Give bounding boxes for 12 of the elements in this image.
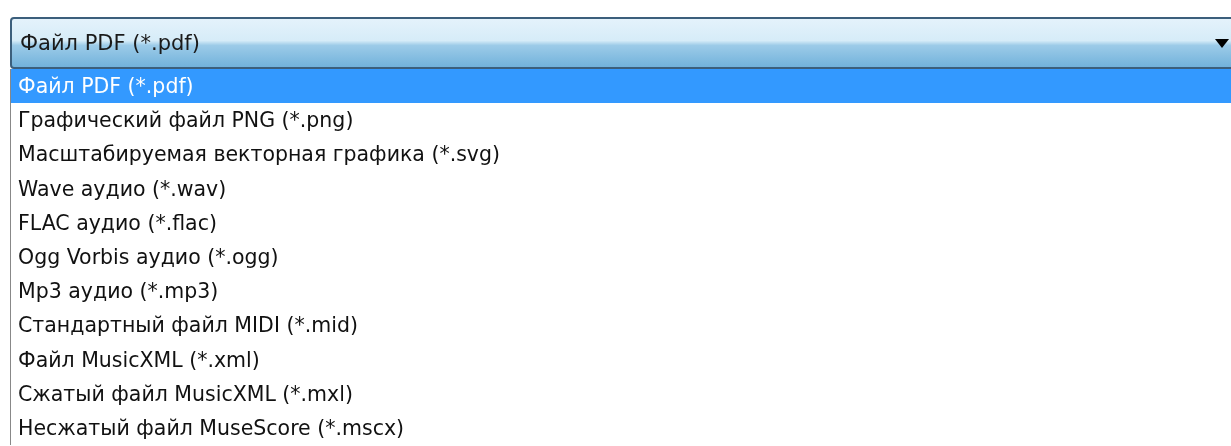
dropdown-option[interactable]: Mp3 аудио (*.mp3): [11, 274, 1231, 309]
format-dropdown[interactable]: Файл PDF (*.pdf): [10, 17, 1231, 69]
dropdown-option[interactable]: Ogg Vorbis аудио (*.ogg): [11, 239, 1231, 275]
caret-icon: [1215, 38, 1229, 48]
dropdown-option[interactable]: Стандартный файл MIDI (*.mid): [11, 308, 1231, 343]
dropdown-option[interactable]: Сжатый файл MusicXML (*.mxl): [11, 376, 1231, 411]
dropdown-option[interactable]: Графический файл PNG (*.png): [11, 103, 1231, 138]
dropdown-option[interactable]: Wave аудио (*.wav): [11, 171, 1231, 206]
dropdown-option[interactable]: Файл MusicXML (*.xml): [11, 342, 1231, 377]
dropdown-option[interactable]: Масштабируемая векторная графика (*.svg): [11, 137, 1231, 172]
dropdown-option[interactable]: FLAC аудио (*.flac): [11, 205, 1231, 240]
dropdown-option[interactable]: Несжатый файл MuseScore (*.mscx): [11, 410, 1231, 446]
